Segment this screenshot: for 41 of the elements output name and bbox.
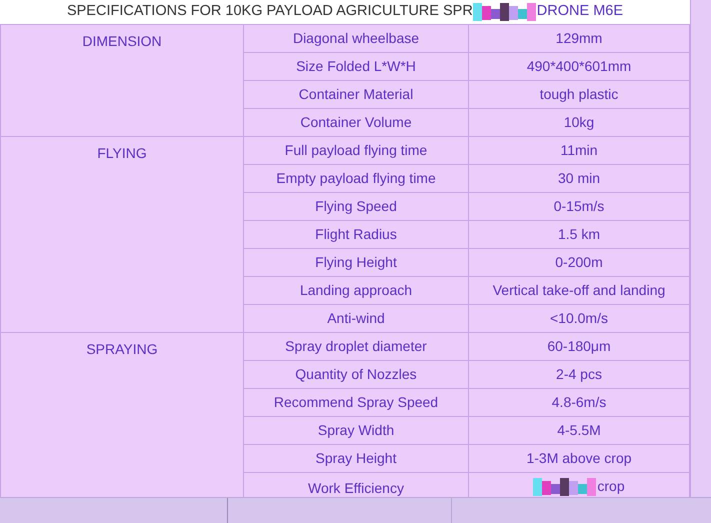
- parameter-cell: Size Folded L*W*H: [296, 58, 416, 74]
- parameter-cell: Recommend Spray Speed: [274, 394, 438, 410]
- parameter-cell: Spray Height: [316, 450, 396, 466]
- value-cell: Vertical take-off and landing: [492, 282, 666, 298]
- parameter-cell: Work Efficiency: [308, 480, 404, 496]
- parameter-cell: Full payload flying time: [284, 142, 428, 158]
- value-cell: 0-15m/s: [554, 198, 604, 214]
- table-title: SPECIFICATIONS FOR 10KG PAYLOAD AGRICULTURE SPR: [66, 2, 473, 22]
- table-title: DRONE M6E: [536, 2, 624, 22]
- parameter-cell: Container Material: [298, 86, 414, 102]
- value-cell: <10.0m/s: [550, 310, 608, 326]
- parameter-cell: Empty payload flying time: [276, 170, 436, 186]
- value-cell: tough plastic: [540, 86, 618, 102]
- parameter-cell: Container Volume: [300, 114, 412, 130]
- value-cell: 1.5 km: [558, 226, 600, 242]
- parameter-cell: Flying Speed: [315, 198, 397, 214]
- value-cell: 1-3M above crop: [526, 450, 632, 466]
- parameter-cell: Anti-wind: [327, 310, 385, 326]
- value-cell-text: crop: [597, 477, 625, 496]
- value-cell: 129mm: [556, 30, 602, 46]
- value-cell: 11min: [560, 142, 598, 158]
- image-glitch-icon: [533, 478, 598, 496]
- parameter-cell: Diagonal wheelbase: [292, 30, 420, 46]
- value-cell: 60-180μm: [547, 338, 611, 354]
- parameter-cell: Quantity of Nozzles: [295, 366, 417, 382]
- parameter-cell: Flight Radius: [315, 226, 397, 242]
- parameter-cell: Landing approach: [300, 282, 412, 298]
- value-cell: 30 min: [558, 170, 600, 186]
- group-label: SPRAYING: [86, 341, 158, 357]
- parameter-cell: Spray Width: [318, 422, 394, 438]
- value-cell: 10kg: [564, 114, 594, 130]
- group-label: DIMENSION: [82, 33, 162, 49]
- group-label: FLYING: [97, 145, 147, 161]
- value-cell: 2-4 pcs: [556, 366, 602, 382]
- image-glitch-icon: [472, 3, 537, 21]
- value-cell: 0-200m: [555, 254, 603, 270]
- value-cell: 490*400*601mm: [526, 58, 632, 74]
- value-cell: 4-5.5M: [557, 422, 601, 438]
- parameter-cell: Spray droplet diameter: [285, 338, 427, 354]
- parameter-cell: Flying Height: [315, 254, 397, 270]
- value-cell: 4.8-6m/s: [552, 394, 606, 410]
